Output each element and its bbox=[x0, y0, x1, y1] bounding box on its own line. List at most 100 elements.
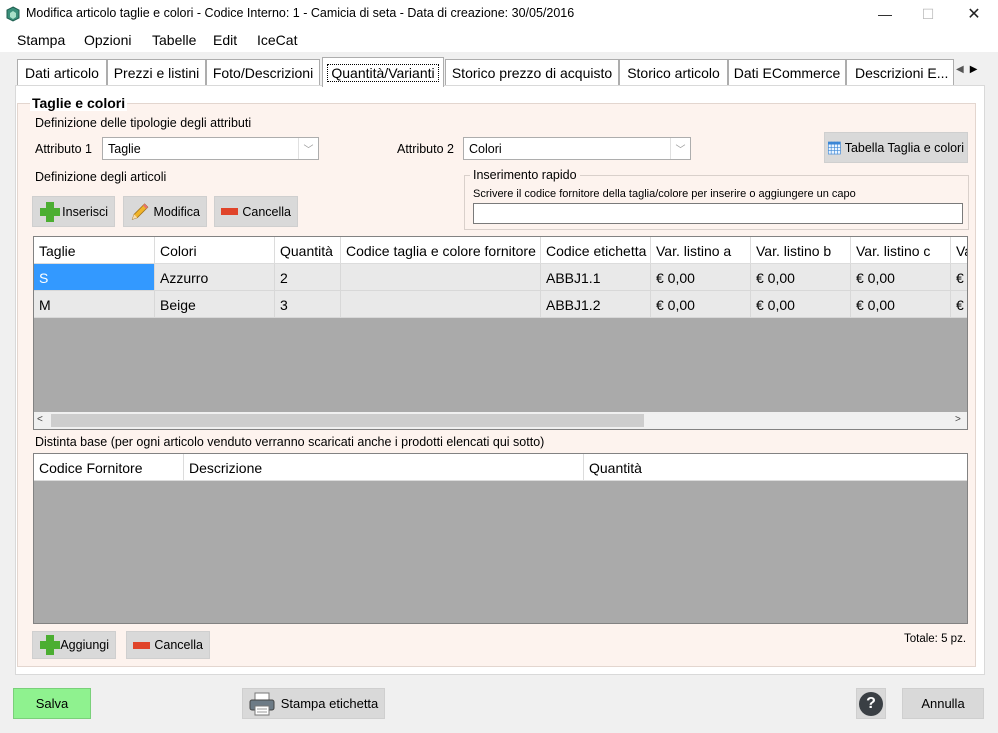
cancella-button[interactable]: Cancella bbox=[214, 196, 298, 227]
close-button[interactable]: ✕ bbox=[951, 0, 997, 28]
tab-storico-prezzo-acquisto[interactable]: Storico prezzo di acquisto bbox=[445, 59, 619, 86]
aggiungi-button[interactable]: Aggiungi bbox=[32, 631, 116, 659]
table-cell[interactable]: € bbox=[951, 291, 967, 318]
tab-foto-descrizioni[interactable]: Foto/Descrizioni bbox=[206, 59, 320, 86]
column-header[interactable]: Codice taglia e colore fornitore bbox=[341, 237, 541, 264]
tab-label: Dati articolo bbox=[25, 65, 99, 81]
table-cell[interactable]: Azzurro bbox=[155, 264, 275, 291]
table-cell[interactable]: € 0,00 bbox=[851, 291, 951, 318]
section-title: Taglie e colori bbox=[30, 95, 128, 111]
button-label: Tabella Taglia e colori bbox=[844, 140, 964, 155]
table-cell[interactable]: € 0,00 bbox=[751, 264, 851, 291]
button-label: Cancella bbox=[154, 638, 203, 652]
attr2-label: Attributo 2 bbox=[397, 142, 454, 156]
table-cell[interactable] bbox=[341, 264, 541, 291]
table-cell[interactable]: M bbox=[34, 291, 155, 318]
total-label: Totale: 5 pz. bbox=[904, 633, 967, 645]
button-label: Aggiungi bbox=[60, 638, 109, 652]
table-cell[interactable]: ABBJ1.1 bbox=[541, 264, 651, 291]
horizontal-scrollbar[interactable]: < > bbox=[34, 412, 967, 429]
table-cell[interactable]: ABBJ1.2 bbox=[541, 291, 651, 318]
tab-descrizioni-e[interactable]: Descrizioni E... bbox=[846, 59, 954, 86]
variants-table[interactable]: Taglie Colori Quantità Codice taglia e c… bbox=[33, 236, 968, 430]
table-cell[interactable]: € 0,00 bbox=[651, 291, 751, 318]
tab-label: Storico articolo bbox=[627, 65, 720, 81]
menu-opzioni[interactable]: Opzioni bbox=[84, 32, 131, 48]
minimize-button[interactable]: — bbox=[862, 0, 908, 28]
chevron-right-icon[interactable]: > bbox=[955, 414, 961, 425]
column-header[interactable]: Codice Fornitore bbox=[34, 454, 184, 481]
modifica-button[interactable]: Modifica bbox=[123, 196, 207, 227]
attr1-select[interactable]: Taglie ﹀ bbox=[102, 137, 319, 160]
annulla-button[interactable]: Annulla bbox=[902, 688, 984, 719]
column-header[interactable]: Var. listino a bbox=[651, 237, 751, 264]
column-header[interactable]: Codice etichetta bbox=[541, 237, 651, 264]
stampa-etichetta-button[interactable]: Stampa etichetta bbox=[242, 688, 385, 719]
chevron-down-icon[interactable]: ﹀ bbox=[298, 138, 318, 159]
quick-insert-title: Inserimento rapido bbox=[470, 168, 580, 182]
bom-cancella-button[interactable]: Cancella bbox=[126, 631, 210, 659]
chevron-down-icon[interactable]: ﹀ bbox=[670, 138, 690, 159]
bom-table[interactable]: Codice Fornitore Descrizione Quantità bbox=[33, 453, 968, 624]
table-cell[interactable]: € 0,00 bbox=[751, 291, 851, 318]
table-cell[interactable] bbox=[341, 291, 541, 318]
quick-insert-hint: Scrivere il codice fornitore della tagli… bbox=[473, 188, 856, 200]
inserisci-button[interactable]: Inserisci bbox=[32, 196, 115, 227]
quick-insert-input[interactable] bbox=[473, 203, 963, 224]
table-cell[interactable]: 3 bbox=[275, 291, 341, 318]
salva-button[interactable]: Salva bbox=[13, 688, 91, 719]
table-cell[interactable]: Beige bbox=[155, 291, 275, 318]
pencil-icon bbox=[131, 202, 149, 220]
column-header[interactable]: Var. listino b bbox=[751, 237, 851, 264]
scrollbar-thumb[interactable] bbox=[51, 414, 644, 427]
button-label: Salva bbox=[35, 696, 69, 711]
help-icon: ? bbox=[859, 691, 883, 716]
tab-label: Dati ECommerce bbox=[733, 65, 841, 81]
column-header[interactable]: Colori bbox=[155, 237, 275, 264]
table-cell[interactable]: S bbox=[34, 264, 155, 291]
column-header[interactable]: Quantità bbox=[275, 237, 341, 264]
tab-label: Storico prezzo di acquisto bbox=[451, 65, 613, 81]
table-cell[interactable]: 2 bbox=[275, 264, 341, 291]
printer-icon bbox=[249, 692, 275, 715]
chevron-right-icon[interactable]: ▶ bbox=[970, 64, 978, 75]
attr1-label: Attributo 1 bbox=[35, 142, 92, 156]
button-label: Stampa etichetta bbox=[280, 696, 379, 711]
column-header[interactable]: Var. listino c bbox=[851, 237, 951, 264]
def-attr-label: Definizione delle tipologie degli attrib… bbox=[35, 116, 252, 130]
button-label: Inserisci bbox=[62, 204, 108, 219]
column-header[interactable]: Descrizione bbox=[184, 454, 584, 481]
tab-label: Quantità/Varianti bbox=[327, 63, 439, 82]
column-header[interactable]: Va bbox=[951, 237, 967, 264]
menu-icecat[interactable]: IceCat bbox=[257, 32, 297, 48]
tab-scroll[interactable]: ◀ ▶ bbox=[956, 58, 984, 80]
tab-dati-ecommerce[interactable]: Dati ECommerce bbox=[728, 59, 846, 86]
window-title: Modifica articolo taglie e colori - Codi… bbox=[26, 6, 575, 20]
attr2-select[interactable]: Colori ﹀ bbox=[463, 137, 691, 160]
tab-dati-articolo[interactable]: Dati articolo bbox=[17, 59, 107, 86]
tab-prezzi-listini[interactable]: Prezzi e listini bbox=[107, 59, 206, 86]
plus-icon bbox=[39, 201, 61, 223]
tab-strip: Dati articolo Prezzi e listini Foto/Desc… bbox=[0, 52, 998, 87]
menu-tabelle[interactable]: Tabelle bbox=[152, 32, 196, 48]
tab-quantita-varianti[interactable]: Quantità/Varianti bbox=[322, 57, 444, 87]
chevron-left-icon[interactable]: < bbox=[37, 414, 43, 425]
maximize-button[interactable]: ☐ bbox=[905, 0, 951, 28]
help-button[interactable]: ? bbox=[856, 688, 886, 719]
tab-label: Prezzi e listini bbox=[113, 65, 200, 81]
table-cell[interactable]: € 0,00 bbox=[851, 264, 951, 291]
tab-storico-articolo[interactable]: Storico articolo bbox=[619, 59, 728, 86]
tabella-taglie-colori-button[interactable]: Tabella Taglia e colori bbox=[824, 132, 968, 163]
column-header[interactable]: Taglie bbox=[34, 237, 155, 264]
minus-icon bbox=[133, 641, 151, 649]
chevron-left-icon[interactable]: ◀ bbox=[956, 64, 964, 75]
table-cell[interactable]: € bbox=[951, 264, 967, 291]
tab-label: Foto/Descrizioni bbox=[212, 65, 314, 81]
app-icon bbox=[6, 6, 20, 22]
table-icon bbox=[828, 141, 841, 154]
menu-stampa[interactable]: Stampa bbox=[17, 32, 65, 48]
table-cell[interactable]: € 0,00 bbox=[651, 264, 751, 291]
attr2-value: Colori bbox=[469, 142, 502, 156]
menu-edit[interactable]: Edit bbox=[213, 32, 237, 48]
column-header[interactable]: Quantità bbox=[584, 454, 967, 481]
